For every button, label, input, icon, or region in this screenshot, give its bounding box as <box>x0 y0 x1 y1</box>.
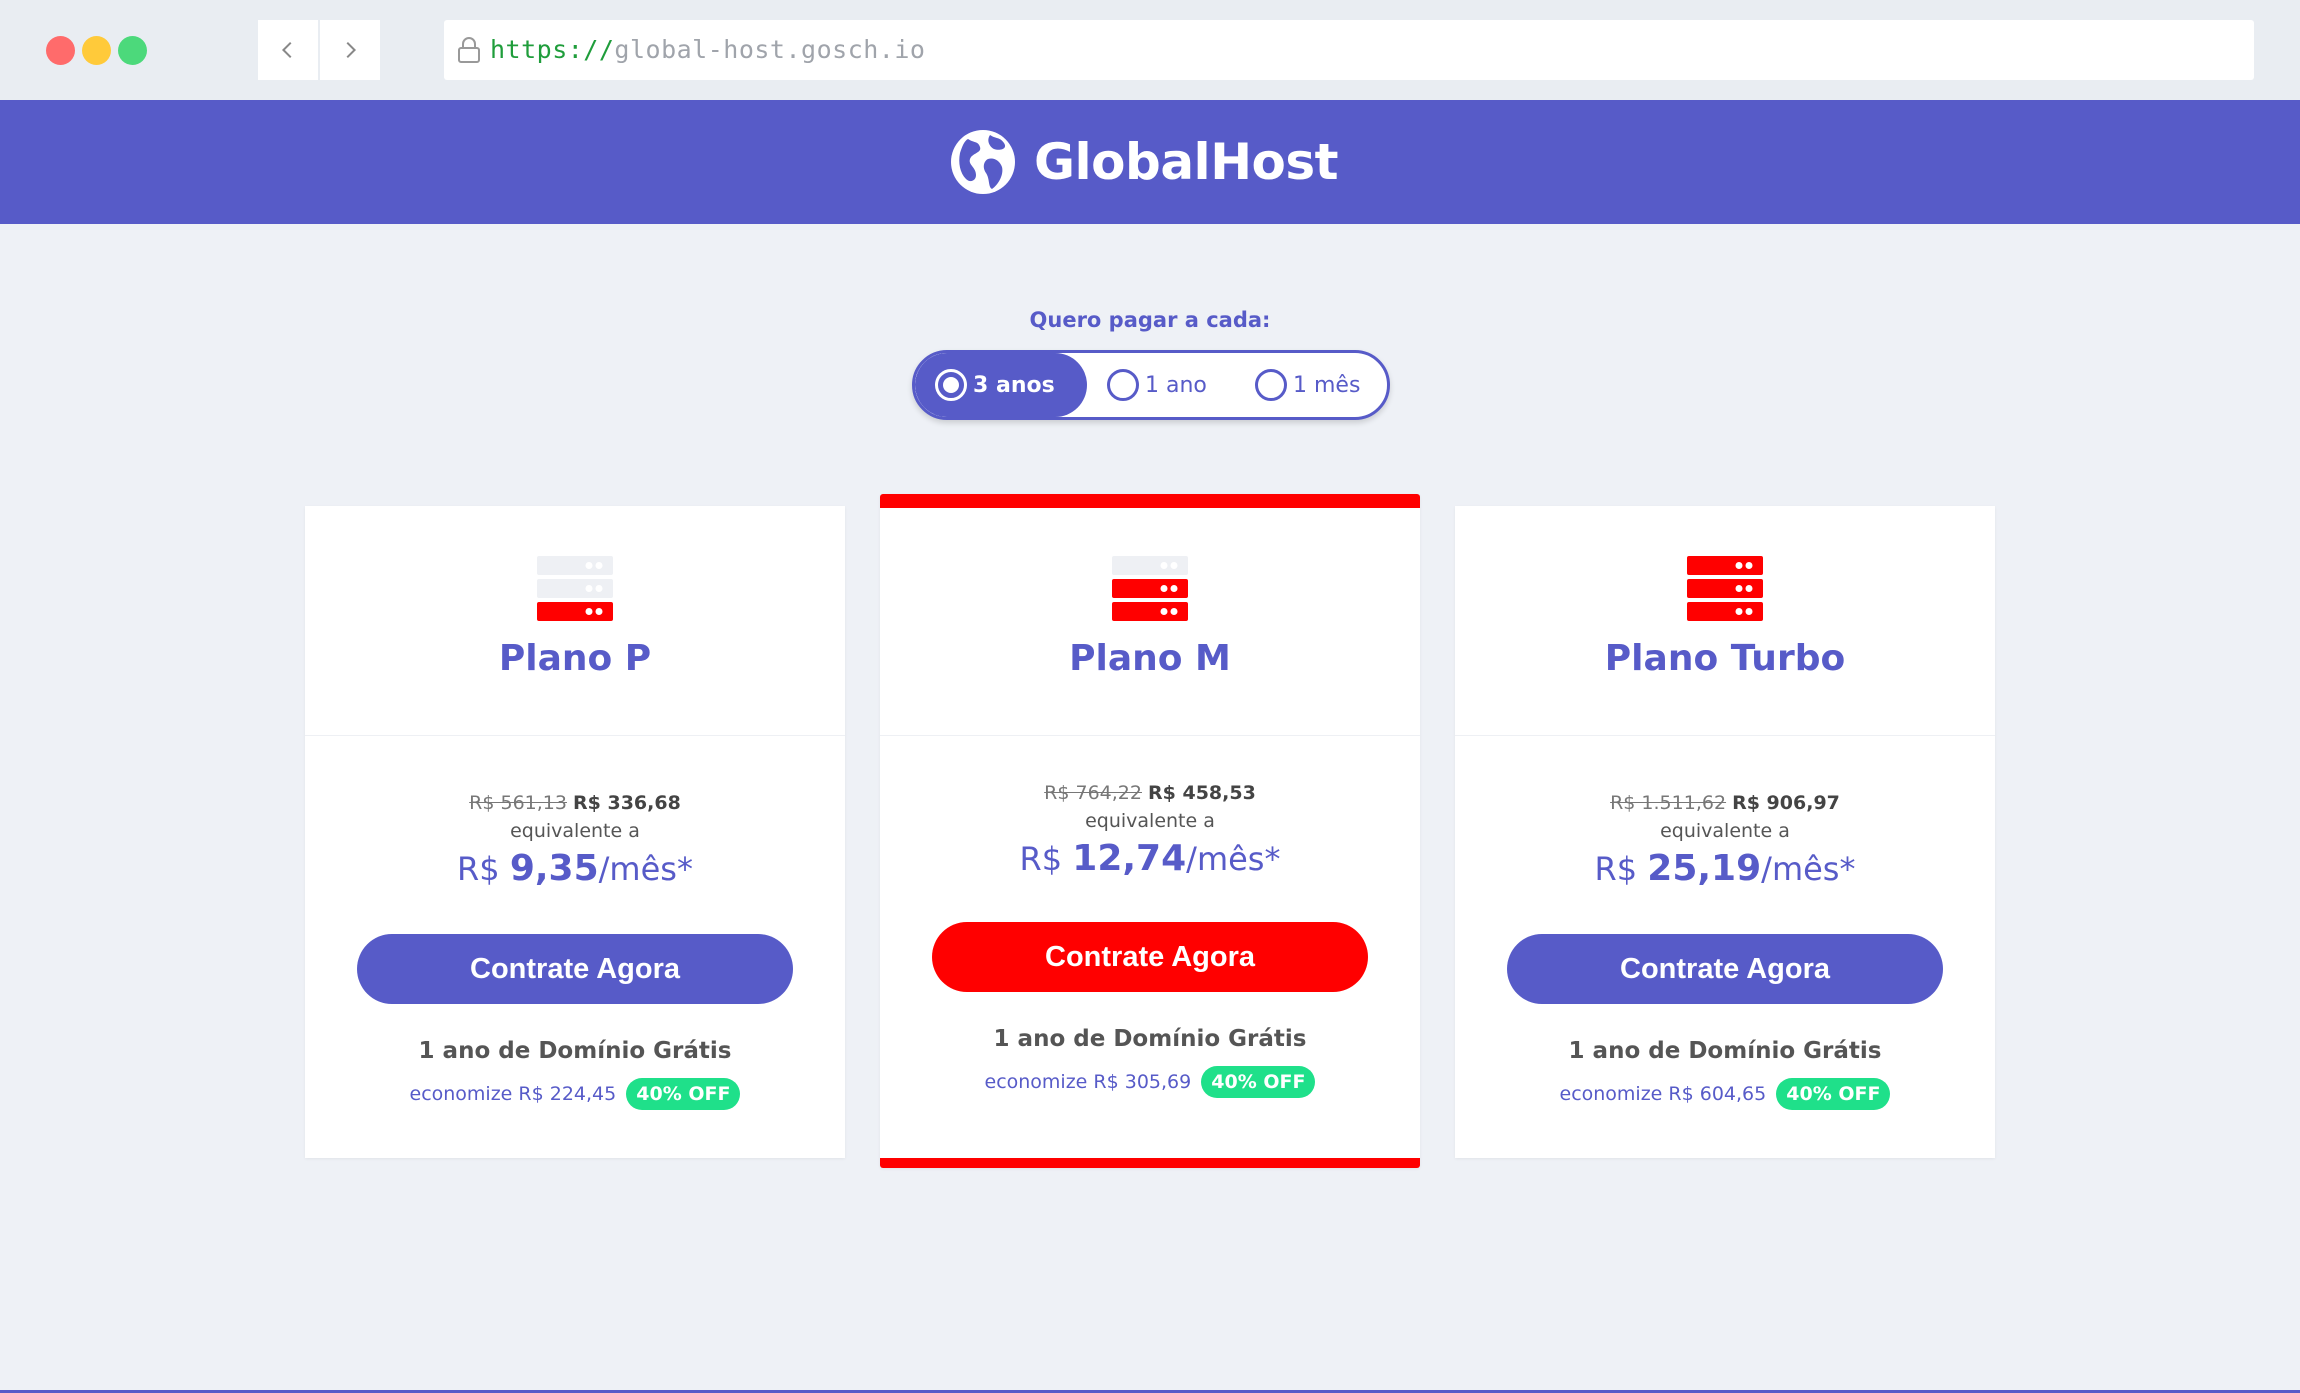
monthly-amount: 9,35 <box>509 848 599 889</box>
free-domain-text: 1 ano de Domínio Grátis <box>418 1038 732 1064</box>
logo[interactable]: GlobalHost <box>950 126 1339 198</box>
discount-badge: 40% OFF <box>1776 1078 1891 1110</box>
per-month: /mês* <box>1186 840 1281 878</box>
radio-unchecked-icon <box>1107 369 1139 401</box>
url-host: global-host.gosch.io <box>614 35 926 64</box>
currency: R$ <box>457 850 500 888</box>
browser-chrome: https://global-host.gosch.io <box>0 0 2300 100</box>
pricing-section: Quero pagar a cada: 3 anos 1 ano 1 mês P… <box>0 224 2300 1393</box>
plan-name: Plano P <box>498 638 652 679</box>
globe-icon <box>951 130 1015 194</box>
plan-card-p: Plano P R$ 561,13 R$ 336,68 equivalente … <box>305 506 845 1158</box>
equivalent-label: equivalente a <box>1660 820 1790 842</box>
plan-card-header: Plano P <box>305 506 845 736</box>
discount-badge: 40% OFF <box>626 1078 741 1110</box>
contract-now-button[interactable]: Contrate Agora <box>357 934 793 1004</box>
plan-prices: R$ 1.511,62 R$ 906,97 equivalente a R$ 2… <box>1455 792 1995 889</box>
monthly-amount: 25,19 <box>1647 848 1762 889</box>
plan-prices: R$ 561,13 R$ 336,68 equivalente a R$ 9,3… <box>305 792 845 889</box>
per-month: /mês* <box>1761 850 1856 888</box>
plan-prices: R$ 764,22 R$ 458,53 equivalente a R$ 12,… <box>880 782 1420 879</box>
monthly-price: R$ 12,74/mês* <box>880 838 1420 879</box>
currency: R$ <box>1019 840 1063 878</box>
billing-option-1-ano[interactable]: 1 ano <box>1107 353 1207 417</box>
plan-card-header: Plano Turbo <box>1455 506 1995 736</box>
address-bar[interactable]: https://global-host.gosch.io <box>444 20 2254 80</box>
equivalent-label: equivalente a <box>510 820 640 842</box>
old-price: R$ 764,22 <box>1044 782 1142 804</box>
free-domain-text: 1 ano de Domínio Grátis <box>1568 1038 1882 1064</box>
savings-text: economize R$ 604,65 40% OFF <box>1455 1078 1995 1110</box>
radio-unchecked-icon <box>1255 369 1287 401</box>
savings-text: economize R$ 224,45 40% OFF <box>305 1078 845 1110</box>
discount-badge: 40% OFF <box>1201 1066 1316 1098</box>
server-icon <box>537 556 613 621</box>
monthly-amount: 12,74 <box>1072 838 1187 879</box>
equivalent-label: equivalente a <box>1085 810 1215 832</box>
billing-option-label: 3 anos <box>973 372 1055 398</box>
site-header: GlobalHost <box>0 100 2300 224</box>
savings-amount: economize R$ 604,65 <box>1559 1083 1767 1105</box>
lock-icon <box>458 37 480 63</box>
back-button[interactable] <box>258 20 318 80</box>
plan-card-header: Plano M <box>880 506 1420 736</box>
close-window-dot[interactable] <box>46 36 75 65</box>
per-month: /mês* <box>598 850 693 888</box>
plan-card-turbo: Plano Turbo R$ 1.511,62 R$ 906,97 equiva… <box>1455 506 1995 1158</box>
savings-amount: economize R$ 305,69 <box>984 1071 1192 1093</box>
contract-now-button[interactable]: Contrate Agora <box>1507 934 1943 1004</box>
old-price: R$ 1.511,62 <box>1610 792 1727 814</box>
forward-button[interactable] <box>320 20 380 80</box>
plan-card-m: Plano M R$ 764,22 R$ 458,53 equivalente … <box>880 494 1420 1168</box>
new-price: R$ 906,97 <box>1732 792 1840 814</box>
url-text: https://global-host.gosch.io <box>490 35 925 64</box>
server-icon <box>1112 556 1188 621</box>
savings-amount: economize R$ 224,45 <box>409 1083 617 1105</box>
billing-option-label: 1 ano <box>1145 372 1207 398</box>
currency: R$ <box>1594 850 1638 888</box>
plan-name: Plano Turbo <box>1604 638 1846 679</box>
monthly-price: R$ 9,35/mês* <box>305 848 845 889</box>
billing-option-3-anos[interactable]: 3 anos <box>915 353 1087 417</box>
monthly-price: R$ 25,19/mês* <box>1455 848 1995 889</box>
minimize-window-dot[interactable] <box>82 36 111 65</box>
billing-period-label: Quero pagar a cada: <box>1029 308 1271 332</box>
brand-name: GlobalHost <box>1034 133 1339 191</box>
server-icon <box>1687 556 1763 621</box>
plan-name: Plano M <box>1069 638 1231 679</box>
new-price: R$ 336,68 <box>573 792 681 814</box>
savings-text: economize R$ 305,69 40% OFF <box>880 1066 1420 1098</box>
billing-option-label: 1 mês <box>1293 372 1361 398</box>
radio-checked-icon <box>935 369 967 401</box>
chevron-left-icon <box>281 41 292 59</box>
contract-now-button[interactable]: Contrate Agora <box>932 922 1368 992</box>
billing-period-toggle: 3 anos 1 ano 1 mês <box>912 350 1390 420</box>
billing-option-1-mes[interactable]: 1 mês <box>1255 353 1360 417</box>
old-price: R$ 561,13 <box>469 792 567 814</box>
url-scheme: https:// <box>490 35 615 64</box>
new-price: R$ 458,53 <box>1148 782 1256 804</box>
maximize-window-dot[interactable] <box>118 36 147 65</box>
chevron-right-icon <box>346 41 357 59</box>
free-domain-text: 1 ano de Domínio Grátis <box>993 1026 1307 1052</box>
